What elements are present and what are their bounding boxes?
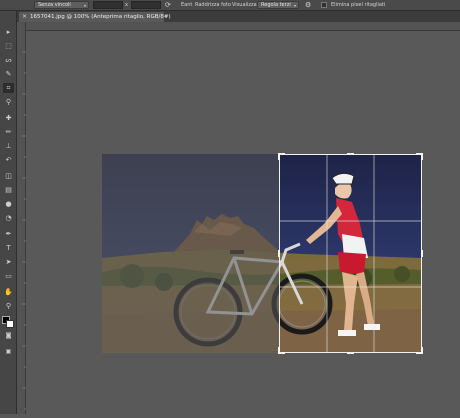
crop-height-input[interactable] (131, 1, 161, 9)
screen-mode-icon[interactable]: ▣ (3, 347, 14, 357)
quick-select-tool-icon[interactable]: ✎ (3, 69, 14, 79)
crop-width-input[interactable] (93, 1, 123, 9)
dodge-tool-icon[interactable]: ◔ (3, 213, 14, 223)
crop-handle-right[interactable] (421, 250, 423, 257)
healing-brush-tool-icon[interactable]: ✚ (3, 113, 14, 123)
ruler-ticks (22, 51, 26, 410)
quick-mask-icon[interactable]: ◙ (3, 331, 14, 341)
horizontal-ruler (25, 22, 460, 37)
shape-tool-icon[interactable]: ▭ (3, 271, 14, 281)
tools-panel: ▸ ⬚ ᔕ ✎ ⌗ ⚲ ✚ ✏ ⊥ ↶ ◫ ▤ ● ◔ ✒ T ➤ ▭ ✋ ⚲ … (0, 11, 17, 414)
clone-stamp-tool-icon[interactable]: ⊥ (3, 141, 14, 151)
swap-dimensions-label[interactable]: x (125, 1, 128, 9)
eyedropper-tool-icon[interactable]: ⚲ (3, 97, 14, 107)
crop-handle-bottom-left[interactable] (278, 347, 280, 354)
brush-tool-icon[interactable]: ✏ (3, 127, 14, 137)
view-label: Visualizza: (232, 2, 259, 8)
document-tab-title: 1657041.jpg @ 100% (Anteprima ritaglio, … (30, 14, 171, 20)
rotate-icon[interactable]: ⟳ (165, 1, 171, 9)
history-brush-tool-icon[interactable]: ↶ (3, 155, 14, 165)
vertical-ruler (17, 22, 26, 414)
overlay-view-value: Regola terzi (261, 2, 291, 8)
document-tab-bar: × 1657041.jpg @ 100% (Anteprima ritaglio… (17, 11, 460, 22)
eraser-tool-icon[interactable]: ◫ (3, 171, 14, 181)
hand-tool-icon[interactable]: ✋ (3, 287, 14, 297)
document-tab[interactable]: × 1657041.jpg @ 100% (Anteprima ritaglio… (19, 12, 171, 22)
options-bar: Senza vincoli ▾ x ⟳ Eant Raddrizza foto … (0, 0, 460, 11)
pen-tool-icon[interactable]: ✒ (3, 229, 14, 239)
chevron-down-icon: ▾ (83, 3, 86, 8)
crop-ratio-select[interactable]: Senza vincoli ▾ (34, 1, 89, 9)
blur-tool-icon[interactable]: ● (3, 199, 14, 209)
crop-handle-bottom-right[interactable] (421, 347, 423, 354)
crop-ratio-value: Senza vincoli (38, 2, 71, 8)
gear-icon[interactable]: ⚙ (305, 1, 311, 9)
zoom-tool-icon[interactable]: ⚲ (3, 301, 14, 311)
lasso-tool-icon[interactable]: ᔕ (3, 55, 14, 65)
chevron-down-icon: ▾ (293, 3, 296, 8)
type-tool-icon[interactable]: T (3, 243, 14, 253)
close-tab-icon[interactable]: × (22, 13, 27, 21)
path-selection-tool-icon[interactable]: ➤ (3, 257, 14, 267)
crop-handle-bottom[interactable] (347, 352, 354, 354)
move-tool-icon[interactable]: ▸ (3, 27, 14, 37)
background-color-swatch[interactable] (6, 320, 14, 328)
crop-selection-box[interactable] (278, 153, 423, 354)
crop-handle-top-left[interactable] (278, 153, 280, 160)
crop-handle-top-right[interactable] (421, 153, 423, 160)
crop-tool-icon[interactable]: ⌗ (3, 83, 14, 93)
crop-handle-left[interactable] (278, 250, 280, 257)
overlay-view-select[interactable]: Regola terzi ▾ (257, 1, 299, 9)
delete-cropped-pixels-checkbox[interactable] (321, 2, 327, 8)
delete-cropped-pixels-label: Elimina pixel ritagliati (331, 2, 386, 8)
crop-handle-top[interactable] (347, 153, 354, 155)
clear-button[interactable]: Eant (181, 1, 192, 9)
straighten-button[interactable]: Raddrizza foto (195, 1, 231, 9)
rule-of-thirds-grid (280, 155, 421, 352)
gradient-tool-icon[interactable]: ▤ (3, 185, 14, 195)
marquee-tool-icon[interactable]: ⬚ (3, 41, 14, 51)
